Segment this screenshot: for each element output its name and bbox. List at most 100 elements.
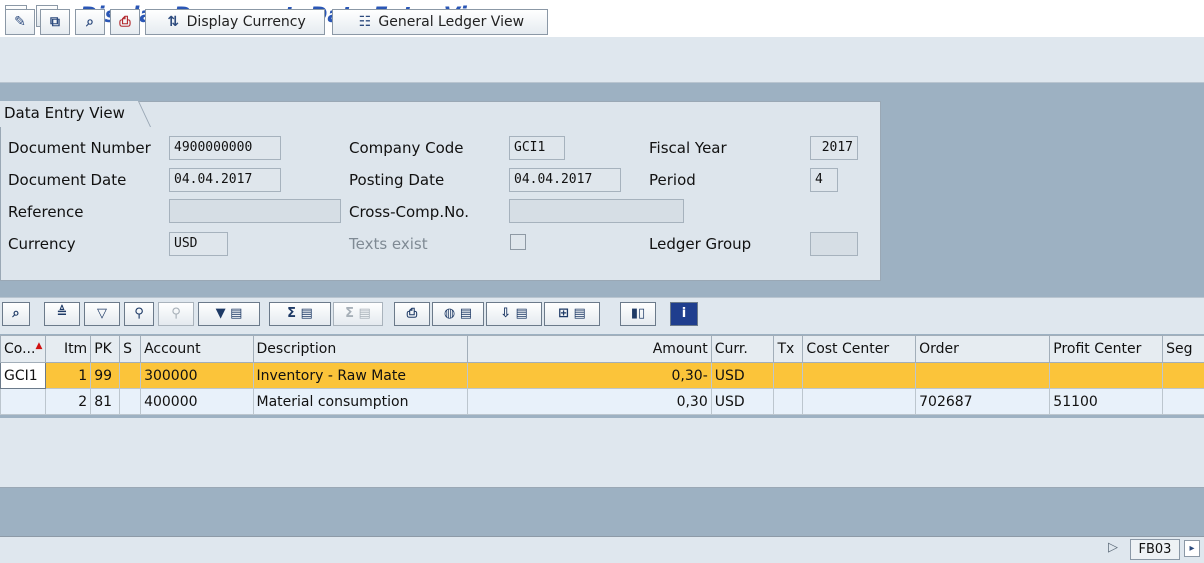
cell-description[interactable]: Inventory - Raw Mate [253,363,467,389]
cell-pk[interactable]: 99 [91,363,120,389]
cell-itm[interactable]: 2 [46,389,91,415]
column-header-amount[interactable]: Amount [467,336,711,363]
currency-label: Currency [8,235,76,253]
cell-account[interactable]: 400000 [141,389,253,415]
print-button[interactable]: ⎙ [110,9,140,35]
column-header-cost-center[interactable]: Cost Center [803,336,916,363]
cell-tx[interactable] [774,363,803,389]
fiscal-year-label: Fiscal Year [649,139,727,157]
display-overview-button[interactable]: ⌕ [75,9,105,35]
cross-comp-no-label: Cross-Comp.No. [349,203,469,221]
panel-tab-label: Data Entry View [4,104,125,122]
other-document-button[interactable]: ⧉ [40,9,70,35]
document-number-label: Document Number [8,139,151,157]
fiscal-year-field[interactable]: 2017 [810,136,858,160]
total-icon[interactable]: Σ ▤ [269,302,331,326]
cell-seg[interactable] [1163,389,1204,415]
reference-label: Reference [8,203,84,221]
pencil-icon: ✎ [11,10,29,34]
table-empty-area [0,418,1204,488]
company-code-field[interactable]: GCI1 [509,136,565,160]
column-header-curr[interactable]: Curr. [711,336,774,363]
column-header-pk[interactable]: PK [91,336,120,363]
document-date-field[interactable]: 04.04.2017 [169,168,281,192]
cell-cost-center[interactable] [803,363,916,389]
column-header-description[interactable]: Description [253,336,467,363]
cell-itm[interactable]: 1 [46,363,91,389]
column-header-account[interactable]: Account [141,336,253,363]
cell-curr[interactable]: USD [711,363,774,389]
cell-curr[interactable]: USD [711,389,774,415]
system-info-icon[interactable]: ▸ [1184,540,1200,557]
cell-amount[interactable]: 0,30- [467,363,711,389]
currency-field[interactable]: USD [169,232,228,256]
cell-order[interactable] [916,363,1050,389]
general-ledger-view-label: General Ledger View [378,14,524,30]
expand-arrow-icon[interactable]: ▷ [1108,540,1118,555]
magnifier-icon: ⌕ [81,10,99,34]
printer-icon: ⎙ [116,10,134,34]
column-header-itm[interactable]: Itm [46,336,91,363]
display-currency-label: Display Currency [187,14,306,30]
document-date-label: Document Date [8,171,126,189]
export-icon[interactable]: ⇩ ▤ [486,302,542,326]
ledger-group-field[interactable] [810,232,858,256]
print-preview-icon[interactable]: ⎙ [394,302,430,326]
application-toolbar [0,37,1204,83]
posting-date-label: Posting Date [349,171,444,189]
status-bar [0,536,1204,563]
column-header-tx[interactable]: Tx [774,336,803,363]
column-header-order[interactable]: Order [916,336,1050,363]
company-code-label: Company Code [349,139,464,157]
change-document-button[interactable]: ✎ [5,9,35,35]
table-row[interactable]: 2 81 400000 Material consumption 0,30 US… [1,389,1204,415]
cell-amount[interactable]: 0,30 [467,389,711,415]
period-label: Period [649,171,696,189]
column-header-s[interactable]: S [120,336,141,363]
reference-field[interactable] [169,199,341,223]
graphic-icon[interactable]: ▮▯ [620,302,656,326]
header-panel [0,101,881,281]
currency-icon: ⇅ [164,10,182,34]
info-icon[interactable]: i [670,302,698,326]
cell-profit-center[interactable]: 51100 [1050,389,1163,415]
cell-profit-center[interactable] [1050,363,1163,389]
document-number-field[interactable]: 4900000000 [169,136,281,160]
subtotal-icon: Σ ▤ [333,302,383,326]
texts-exist-checkbox[interactable] [510,234,526,250]
document-icon: ⧉ [46,10,64,34]
display-currency-button[interactable]: ⇅ Display Currency [145,9,325,35]
ledger-group-label: Ledger Group [649,235,751,253]
sort-ascending-icon[interactable]: ≜ [44,302,80,326]
cell-order[interactable]: 702687 [916,389,1050,415]
posting-date-field[interactable]: 04.04.2017 [509,168,621,192]
column-header-seg[interactable]: Seg [1163,336,1204,363]
cell-s[interactable] [120,389,141,415]
texts-exist-label: Texts exist [349,235,428,253]
details-icon[interactable]: ⌕ [2,302,30,326]
change-layout-icon[interactable]: ⊞ ▤ [544,302,600,326]
cell-cost-center[interactable] [803,389,916,415]
transaction-code: FB03 [1130,539,1180,560]
sort-descending-icon[interactable]: ▽ [84,302,120,326]
cell-seg[interactable] [1163,363,1204,389]
find-next-icon: ⚲ [158,302,194,326]
period-field[interactable]: 4 [810,168,838,192]
cell-co[interactable] [1,389,46,415]
cell-pk[interactable]: 81 [91,389,120,415]
ledger-icon: ☷ [356,10,374,34]
views-icon[interactable]: ◍ ▤ [432,302,484,326]
cell-tx[interactable] [774,389,803,415]
general-ledger-view-button[interactable]: ☷ General Ledger View [332,9,548,35]
cross-comp-no-field[interactable] [509,199,684,223]
cell-description[interactable]: Material consumption [253,389,467,415]
cell-account[interactable]: 300000 [141,363,253,389]
line-items-table: Co...▲ Itm PK S Account Description Amou… [0,335,1204,415]
cell-s[interactable] [120,363,141,389]
column-header-co[interactable]: Co...▲ [1,336,46,363]
table-row[interactable]: GCI1 1 99 300000 Inventory - Raw Mate 0,… [1,363,1204,389]
column-header-profit-center[interactable]: Profit Center [1050,336,1163,363]
filter-icon[interactable]: ▼ ▤ [198,302,260,326]
cell-co[interactable]: GCI1 [1,363,46,389]
find-icon[interactable]: ⚲ [124,302,154,326]
